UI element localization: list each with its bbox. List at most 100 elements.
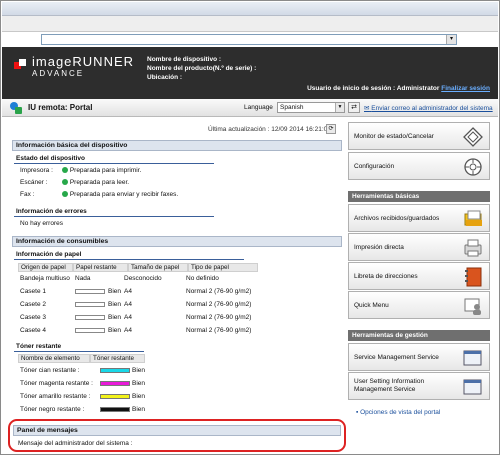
product-name-label: Nombre del producto(N.º de serie) : xyxy=(147,65,257,72)
service-mgmt-label: Service Management Service xyxy=(354,354,439,361)
toner-level-bar xyxy=(100,407,130,412)
paper-type: Normal 2 (76-90 g/m2) xyxy=(186,301,252,308)
brand-logo-icon xyxy=(14,59,26,69)
status-monitor-button[interactable]: Monitor de estado/Cancelar xyxy=(348,122,490,150)
status-label: Impresora : xyxy=(20,167,53,174)
paper-source: Casete 3 xyxy=(20,314,47,321)
paper-size: Desconocido xyxy=(124,275,162,282)
portal-options-link[interactable]: ▪ Opciones de vista del portal xyxy=(356,409,440,416)
admin-message-label: Mensaje del administrador del sistema : xyxy=(18,440,133,447)
logout-link[interactable]: Finalizar sesión xyxy=(441,85,490,92)
user-setting-mgmt-button[interactable]: User Setting Information Management Servi… xyxy=(348,372,490,400)
status-text: Preparada para enviar y recibir faxes. xyxy=(69,191,179,198)
toner-value: Bien xyxy=(132,380,146,387)
portal-options-label: Opciones de vista del portal xyxy=(360,409,441,416)
paper-level-bar xyxy=(75,289,105,294)
basic-info-header: Información básica del dispositivo xyxy=(12,140,342,151)
device-info: Nombre de dispositivo : Nombre del produ… xyxy=(147,55,256,82)
toner-level-bar xyxy=(100,368,130,373)
status-label: Escáner : xyxy=(20,179,48,186)
paper-source: Casete 2 xyxy=(20,301,47,308)
page-title: IU remota: Portal xyxy=(28,103,93,112)
paper-remaining: Nada xyxy=(75,275,91,282)
paper-type: Normal 2 (76-90 g/m2) xyxy=(186,314,252,321)
toner-value: Bien xyxy=(132,406,146,413)
paper-remaining: Bien xyxy=(108,301,122,308)
title-bar xyxy=(2,2,498,16)
portal-icon xyxy=(10,102,22,114)
language-value: Spanish xyxy=(280,104,304,111)
mgmt-tools-header: Herramientas de gestión xyxy=(348,330,490,341)
language-label: Language xyxy=(244,104,273,111)
status-monitor-label: Monitor de estado/Cancelar xyxy=(354,133,434,140)
location-label: Ubicación : xyxy=(147,74,183,81)
paper-level-bar xyxy=(75,328,105,333)
paper-remaining: Bien xyxy=(108,288,122,295)
toner-name: Tóner amarillo restante : xyxy=(20,393,91,400)
toner-name: Tóner magenta restante : xyxy=(20,380,93,387)
address-dropdown-button[interactable]: ▾ xyxy=(446,35,456,44)
address-bar[interactable]: ▾ xyxy=(41,34,457,45)
main-content: Última actualización : 12/09 2014 16:21:… xyxy=(2,118,498,454)
errors-header: Información de errores xyxy=(14,208,214,217)
status-row-fax: Fax : Preparada para enviar y recibir fa… xyxy=(20,191,178,198)
toner-value: Bien xyxy=(132,367,146,374)
address-book-label: Libreta de direcciones xyxy=(354,273,418,280)
language-select[interactable]: Spanish ▼ xyxy=(277,102,345,113)
toner-level-bar xyxy=(100,394,130,399)
received-files-label: Archivos recibidos/guardados xyxy=(354,215,440,222)
paper-size: A4 xyxy=(124,288,132,295)
toner-name: Tóner cian restante : xyxy=(20,367,80,374)
service-window-icon xyxy=(463,350,482,366)
paper-remaining: Bien xyxy=(108,314,122,321)
toner-name: Tóner negro restante : xyxy=(20,406,85,413)
consumables-header: Información de consumibles xyxy=(12,236,342,247)
gear-icon xyxy=(464,158,482,176)
received-files-button[interactable]: Archivos recibidos/guardados xyxy=(348,204,490,232)
basic-tools-header: Herramientas básicas xyxy=(348,191,490,202)
browser-toolbar xyxy=(2,16,498,32)
paper-size: A4 xyxy=(124,327,132,334)
monitor-diamond-icon xyxy=(463,127,483,147)
user-setting-label-line1: User Setting Information xyxy=(354,378,425,385)
browser-window: ▾ imageRUNNER ADVANCE Nombre de disposit… xyxy=(0,0,500,455)
message-panel-highlight: Panel de mensajes Mensaje del administra… xyxy=(8,419,346,452)
portal-navbar: IU remota: Portal Language Spanish ▼ ⇄ ✉… xyxy=(2,99,498,117)
paper-info-header: Información de papel xyxy=(14,251,244,260)
paper-type: Normal 2 (76-90 g/m2) xyxy=(186,288,252,295)
errors-value: No hay errores xyxy=(20,220,63,227)
address-book-icon xyxy=(465,267,482,287)
paper-col-size: Tamaño de papel xyxy=(128,263,188,272)
toner-col-name: Nombre de elemento xyxy=(18,354,90,363)
brand-name: imageRUNNER xyxy=(32,54,135,69)
toner-value: Bien xyxy=(132,393,146,400)
chevron-down-icon: ▼ xyxy=(335,103,344,112)
brand-subname: ADVANCE xyxy=(32,69,85,78)
settings-button[interactable]: Configuración xyxy=(348,152,490,180)
quick-menu-button[interactable]: Quick Menu xyxy=(348,291,490,319)
mail-admin-link[interactable]: ✉ Enviar correo al administrador del sis… xyxy=(364,104,493,112)
paper-col-remaining: Papel restante xyxy=(73,263,128,272)
device-header: imageRUNNER ADVANCE Nombre de dispositiv… xyxy=(2,47,498,99)
status-row-printer: Impresora : Preparada para imprimir. xyxy=(20,167,141,174)
mail-admin-label: Enviar correo al administrador del siste… xyxy=(371,105,493,112)
message-panel-header: Panel de mensajes xyxy=(13,425,341,436)
direct-print-button[interactable]: Impresión directa xyxy=(348,233,490,261)
service-mgmt-button[interactable]: Service Management Service xyxy=(348,343,490,371)
direct-print-label: Impresión directa xyxy=(354,244,404,251)
address-book-button[interactable]: Libreta de direcciones xyxy=(348,262,490,290)
status-ok-icon xyxy=(61,191,68,197)
paper-col-source: Origen de papel xyxy=(18,263,73,272)
settings-label: Configuración xyxy=(354,163,395,170)
status-ok-icon xyxy=(61,167,68,173)
status-text: Preparada para imprimir. xyxy=(69,167,142,174)
refresh-button[interactable]: ⟳ xyxy=(326,124,336,134)
status-text: Preparada para leer. xyxy=(69,179,130,186)
envelope-icon: ✉ xyxy=(364,105,370,112)
toner-level-bar xyxy=(100,381,130,386)
language-apply-button[interactable]: ⇄ xyxy=(348,102,360,113)
user-setting-label: User Setting Information Management Servi… xyxy=(354,378,424,394)
bullet-icon: ▪ xyxy=(356,409,359,416)
paper-source: Bandeja multiuso xyxy=(20,275,70,282)
paper-remaining: Bien xyxy=(108,327,122,334)
